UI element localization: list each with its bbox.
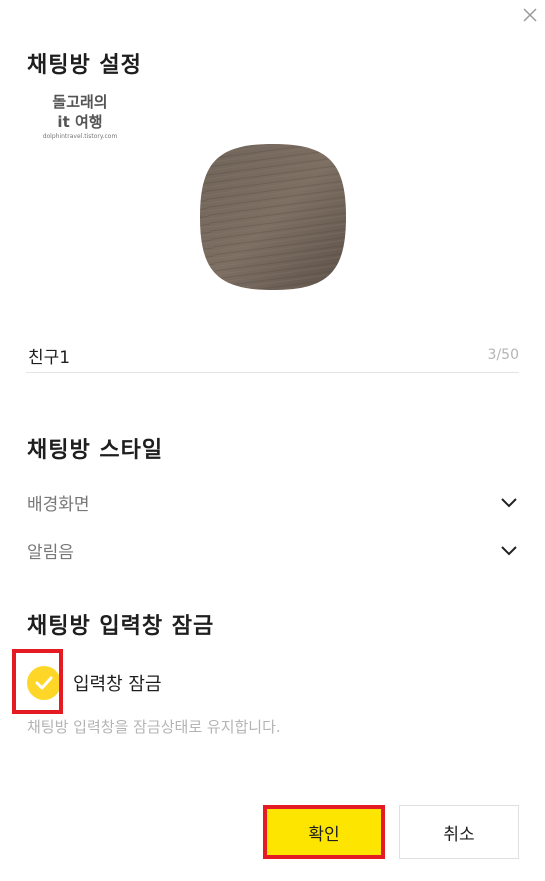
watermark: 돌고래의 it 여행 dolphintravel.tistory.com <box>40 92 120 142</box>
chatroom-name-input[interactable]: 친구1 3/50 <box>26 338 519 373</box>
dialog-title: 채팅방 설정 <box>27 53 142 78</box>
watermark-line2: it 여행 <box>57 113 103 131</box>
input-lock-description: 채팅방 입력창을 잠금상태로 유지합니다. <box>27 718 281 736</box>
confirm-button[interactable]: 확인 <box>263 805 385 859</box>
background-label: 배경화면 <box>27 494 90 515</box>
profile-image[interactable] <box>198 142 348 292</box>
chatroom-name-value: 친구1 <box>28 347 71 368</box>
checkbox-checked[interactable] <box>27 666 61 700</box>
close-button[interactable] <box>519 4 541 26</box>
input-lock-label: 입력창 잠금 <box>73 674 162 695</box>
checkmark-icon <box>35 676 53 690</box>
input-lock-checkbox[interactable]: 입력창 잠금 <box>27 664 162 702</box>
chevron-down-icon <box>501 498 517 508</box>
notification-sound-label: 알림음 <box>27 542 74 563</box>
style-section-title: 채팅방 스타일 <box>27 438 164 463</box>
background-dropdown[interactable]: 배경화면 <box>27 487 520 517</box>
name-char-counter: 3/50 <box>487 347 519 363</box>
close-icon <box>523 8 537 22</box>
watermark-line3: dolphintravel.tistory.com <box>42 133 118 140</box>
watermark-line1: 돌고래의 <box>52 93 108 111</box>
lock-section-title: 채팅방 입력창 잠금 <box>27 614 215 639</box>
cancel-button[interactable]: 취소 <box>399 805 519 859</box>
chevron-down-icon <box>501 546 517 556</box>
notification-sound-dropdown[interactable]: 알림음 <box>27 535 520 565</box>
